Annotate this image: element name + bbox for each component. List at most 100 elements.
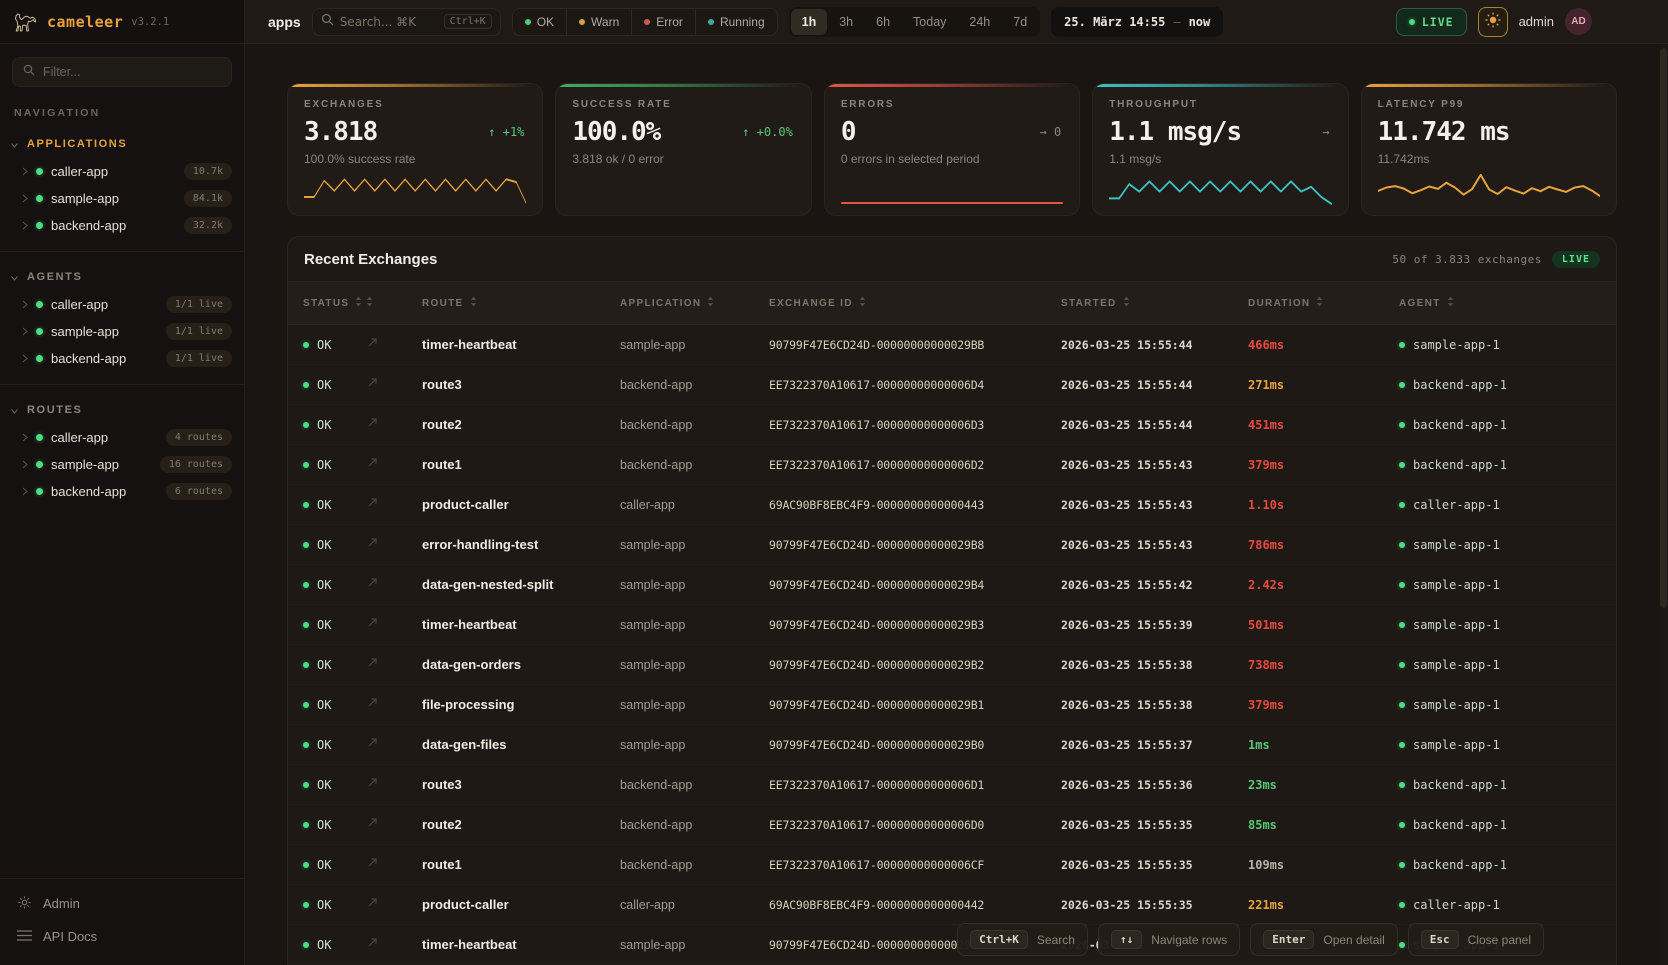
sidebar-item-caller-app[interactable]: caller-app4 routes	[0, 424, 244, 451]
live-toggle[interactable]: LIVE	[1396, 8, 1467, 36]
agent-dot	[1399, 862, 1405, 868]
table-body: OKtimer-heartbeatsample-app90799F47E6CD2…	[288, 325, 1616, 965]
sidebar-item-sample-app[interactable]: sample-app1/1 live	[0, 318, 244, 345]
flow-arrow-icon	[366, 456, 379, 473]
application-cell: backend-app	[620, 378, 769, 392]
column-header-route[interactable]: ROUTE	[422, 296, 620, 310]
table-row[interactable]: OKerror-handling-testsample-app90799F47E…	[288, 525, 1616, 565]
sidebar-item-sample-app[interactable]: sample-app16 routes	[0, 451, 244, 478]
footer-item-admin[interactable]: Admin	[0, 887, 244, 920]
started-cell: 2026-03-25 15:55:44	[1061, 378, 1248, 392]
flow-cell	[366, 816, 422, 834]
table-row[interactable]: OKdata-gen-filessample-app90799F47E6CD24…	[288, 725, 1616, 765]
sparkline	[572, 169, 794, 206]
time-range-7d[interactable]: 7d	[1002, 9, 1038, 35]
divider	[0, 251, 244, 252]
time-range-3h[interactable]: 3h	[828, 9, 864, 35]
time-range-today[interactable]: Today	[902, 9, 957, 35]
agent-dot	[1399, 462, 1405, 468]
status-filter-running[interactable]: Running	[696, 9, 777, 35]
avatar[interactable]: AD	[1565, 8, 1592, 35]
sun-icon	[1485, 12, 1501, 31]
table-row[interactable]: OKroute3backend-appEE7322370A10617-00000…	[288, 365, 1616, 405]
exchange-id-cell: 90799F47E6CD24D-00000000000029B8	[769, 538, 1061, 552]
card-value: 3.818	[304, 117, 377, 147]
sidebar-item-caller-app[interactable]: caller-app1/1 live	[0, 291, 244, 318]
sidebar-item-caller-app[interactable]: caller-app10.7k	[0, 158, 244, 185]
status-text: OK	[317, 618, 331, 632]
column-header-started[interactable]: STARTED	[1061, 296, 1248, 310]
time-range-6h[interactable]: 6h	[865, 9, 901, 35]
table-row[interactable]: OKdata-gen-orderssample-app90799F47E6CD2…	[288, 645, 1616, 685]
table-row[interactable]: OKfile-processingsample-app90799F47E6CD2…	[288, 685, 1616, 725]
sidebar-item-sample-app[interactable]: sample-app84.1k	[0, 185, 244, 212]
agent-name: sample-app-1	[1413, 578, 1500, 592]
table-row[interactable]: OKroute1backend-appEE7322370A10617-00000…	[288, 845, 1616, 885]
sidebar-section-applications[interactable]: APPLICATIONS	[0, 121, 244, 158]
card-value: 0	[841, 117, 856, 147]
global-search[interactable]: Ctrl+K	[312, 8, 501, 36]
exchange-id-cell: 90799F47E6CD24D-00000000000029B0	[769, 738, 1061, 752]
status-cell: OK	[303, 738, 366, 752]
agent-name: backend-app-1	[1413, 778, 1507, 792]
ok-dot	[303, 822, 309, 828]
route-cell: route2	[422, 417, 620, 432]
status-cell: OK	[303, 818, 366, 832]
status-filter-warn[interactable]: Warn	[567, 9, 632, 35]
filter-input[interactable]	[43, 65, 221, 79]
kbd-key: ↑↓	[1111, 930, 1142, 949]
status-filter-group: OKWarnErrorRunning	[512, 8, 778, 36]
sidebar-section-routes[interactable]: ROUTES	[0, 387, 244, 424]
chevron-down-icon	[11, 135, 18, 153]
footer-item-api-docs[interactable]: API Docs	[0, 920, 244, 953]
agent-cell: sample-app-1	[1399, 338, 1616, 352]
table-row[interactable]: OKroute1backend-appEE7322370A10617-00000…	[288, 445, 1616, 485]
table-row[interactable]: OKproduct-callercaller-app69AC90BF8EBC4F…	[288, 885, 1616, 925]
column-header-agent[interactable]: AGENT	[1399, 296, 1616, 310]
table-row[interactable]: OKtimer-heartbeatsample-app90799F47E6CD2…	[288, 325, 1616, 365]
sidebar-item-backend-app[interactable]: backend-app1/1 live	[0, 345, 244, 372]
column-header-icon[interactable]	[366, 296, 422, 310]
item-label: sample-app	[51, 457, 119, 472]
status-filter-error[interactable]: Error	[632, 9, 696, 35]
status-text: OK	[317, 738, 331, 752]
agent-dot	[1399, 742, 1405, 748]
item-label: backend-app	[51, 351, 126, 366]
agent-name: sample-app-1	[1413, 538, 1500, 552]
search-input[interactable]	[340, 15, 432, 29]
scrollbar-thumb[interactable]	[1660, 48, 1667, 608]
date-range[interactable]: 25. März 14:55 — now	[1051, 7, 1223, 37]
status-filter-ok[interactable]: OK	[513, 9, 567, 35]
exchange-id-cell: EE7322370A10617-00000000000006D4	[769, 378, 1061, 392]
table-row[interactable]: OKroute2backend-appEE7322370A10617-00000…	[288, 405, 1616, 445]
sidebar-filter[interactable]	[12, 57, 232, 87]
theme-toggle[interactable]	[1478, 7, 1508, 37]
column-header-exchange-id[interactable]: EXCHANGE ID	[769, 296, 1061, 310]
table-row[interactable]: OKdata-gen-nested-splitsample-app90799F4…	[288, 565, 1616, 605]
ok-dot	[303, 622, 309, 628]
ok-dot	[303, 582, 309, 588]
status-dot	[36, 195, 43, 202]
table-row[interactable]: OKtimer-heartbeatsample-app90799F47E6CD2…	[288, 605, 1616, 645]
time-range-1h[interactable]: 1h	[791, 9, 828, 35]
card-accent-bar	[288, 84, 542, 87]
column-header-duration[interactable]: DURATION	[1248, 296, 1399, 310]
sidebar-item-backend-app[interactable]: backend-app32.2k	[0, 212, 244, 239]
sidebar-item-backend-app[interactable]: backend-app6 routes	[0, 478, 244, 505]
table-row[interactable]: OKroute2backend-appEE7322370A10617-00000…	[288, 805, 1616, 845]
time-range-24h[interactable]: 24h	[958, 9, 1001, 35]
flow-arrow-icon	[366, 736, 379, 753]
date-range-end: now	[1189, 15, 1211, 29]
card-accent-bar	[1362, 84, 1616, 87]
status-dot	[36, 355, 43, 362]
exchange-id-cell: EE7322370A10617-00000000000006D3	[769, 418, 1061, 432]
shortcut-open-detail: EnterOpen detail	[1250, 923, 1398, 956]
agent-name: sample-app-1	[1413, 698, 1500, 712]
column-header-status[interactable]: STATUS	[303, 296, 366, 310]
table-row[interactable]: OKproduct-callercaller-app69AC90BF8EBC4F…	[288, 485, 1616, 525]
list-icon	[17, 929, 32, 944]
sidebar-section-agents[interactable]: AGENTS	[0, 254, 244, 291]
table-row[interactable]: OKroute3backend-appEE7322370A10617-00000…	[288, 765, 1616, 805]
application-cell: sample-app	[620, 618, 769, 632]
column-header-application[interactable]: APPLICATION	[620, 296, 769, 310]
